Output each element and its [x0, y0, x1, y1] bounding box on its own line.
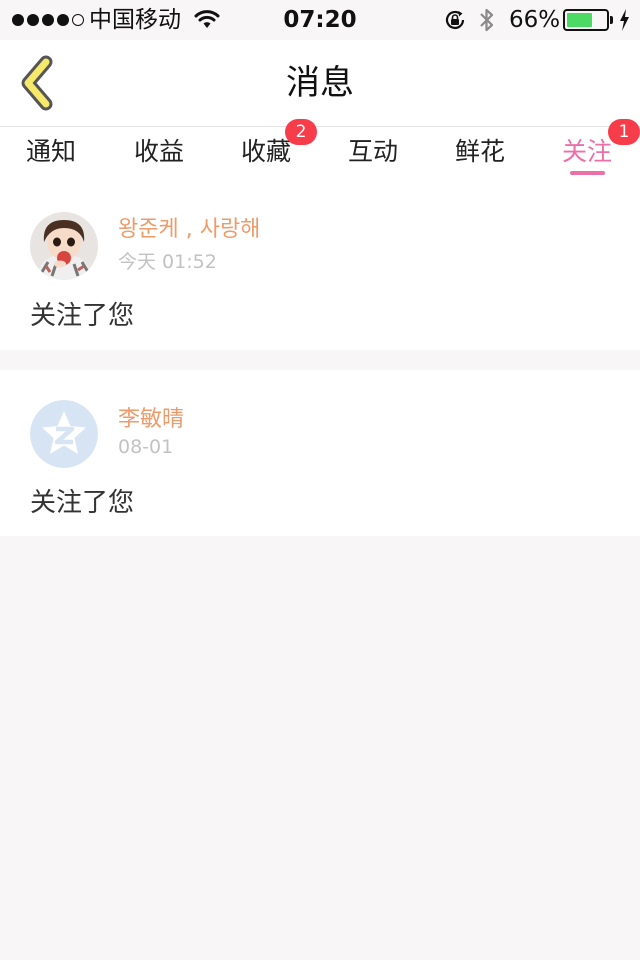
message-item[interactable]: 李敏晴 08-01 关注了您	[0, 370, 640, 536]
navigation-bar: 消息	[0, 40, 640, 127]
username[interactable]: 왕준케 , 사랑해	[118, 215, 260, 245]
bluetooth-icon	[478, 6, 496, 38]
avatar[interactable]	[30, 212, 98, 280]
tab-bar: 通知 收益 收藏 2 互动 鲜花 关注 1	[0, 119, 640, 182]
status-bar: 中国移动 07:20 66%	[0, 0, 640, 40]
battery-tip	[610, 16, 613, 24]
favorites-unread-badge: 2	[285, 119, 317, 145]
default-avatar-icon[interactable]	[30, 400, 98, 468]
page-title: 消息	[286, 63, 354, 103]
battery-level	[567, 13, 593, 27]
battery-icon	[563, 9, 609, 31]
timestamp: 08-01	[118, 436, 174, 458]
rotation-lock-icon	[443, 8, 467, 36]
message-text: 关注了您	[30, 488, 135, 518]
tab-interactions[interactable]: 互动	[348, 134, 398, 174]
charging-icon	[618, 8, 630, 36]
wifi-icon	[194, 9, 220, 33]
chevron-left-icon	[21, 55, 53, 111]
signal-strength-icon	[12, 12, 84, 28]
back-button[interactable]	[14, 54, 64, 112]
carrier-name: 中国移动	[89, 7, 181, 33]
tab-notifications[interactable]: 通知	[26, 134, 76, 174]
message-item[interactable]: 왕준케 , 사랑해 今天 01:52 关注了您	[0, 182, 640, 350]
tab-flowers[interactable]: 鲜花	[455, 134, 505, 174]
timestamp: 今天 01:52	[118, 251, 217, 273]
message-text: 关注了您	[30, 301, 135, 331]
following-unread-badge: 1	[608, 119, 640, 145]
tab-favorites[interactable]: 收藏	[241, 134, 291, 174]
active-tab-indicator	[570, 171, 605, 175]
username[interactable]: 李敏晴	[118, 405, 184, 435]
battery-percent: 66%	[509, 7, 561, 33]
tab-earnings[interactable]: 收益	[134, 134, 184, 174]
tab-following[interactable]: 关注	[562, 134, 612, 174]
status-time: 07:20	[283, 7, 357, 33]
